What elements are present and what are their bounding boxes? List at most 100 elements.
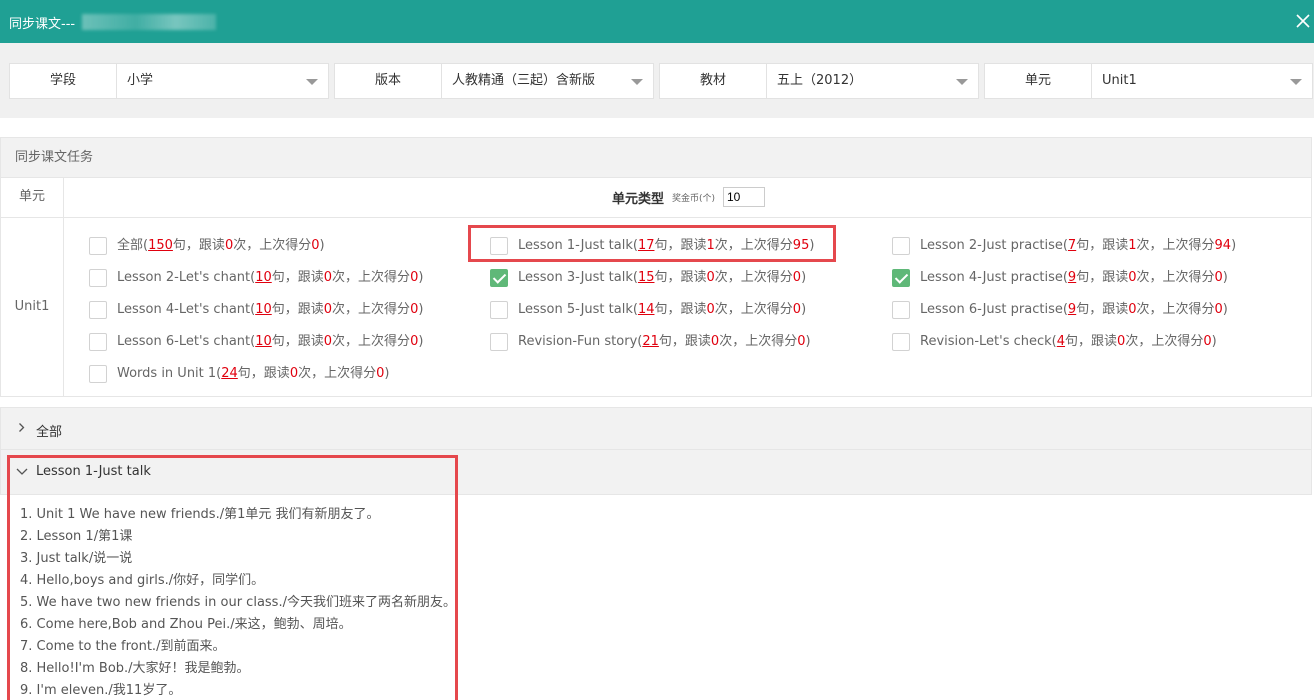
task-name: Lesson 5-Just talk	[518, 302, 633, 317]
read-count: 0	[289, 366, 299, 381]
sentence-count-link[interactable]: 150	[148, 238, 173, 253]
stage-select[interactable]: 小学	[117, 63, 329, 99]
task-name: Lesson 4-Just practise	[920, 270, 1063, 285]
task-name: Lesson 2-Just practise	[920, 238, 1063, 253]
checkbox-icon[interactable]	[89, 269, 107, 287]
select-value: 人教精通（三起）含新版	[452, 73, 596, 88]
read-count: 0	[323, 270, 333, 285]
checkbox-icon[interactable]	[89, 237, 107, 255]
task-item-label: Lesson 4-Let's chant(10句，跟读0次，上次得分0)	[117, 302, 424, 317]
unit-select[interactable]: Unit1	[1092, 63, 1313, 99]
task-name: Lesson 6-Let's chant	[117, 334, 251, 349]
close-icon[interactable]	[1294, 12, 1312, 30]
close-paren: )	[801, 270, 807, 285]
task-name: Revision-Fun story	[518, 334, 638, 349]
task-item-label: Revision-Fun story(21句，跟读0次，上次得分0)	[518, 334, 811, 349]
task-item-label: Lesson 5-Just talk(14句，跟读0次，上次得分0)	[518, 302, 807, 317]
close-paren: )	[1231, 238, 1237, 253]
sentence-suffix: 句，跟读	[172, 238, 225, 253]
sentence-suffix: 句，跟读	[1076, 238, 1129, 253]
sentence-suffix: 句，跟读	[658, 334, 711, 349]
filter-textbook: 教材 五上（2012）	[659, 63, 979, 99]
sentence-count-link[interactable]: 4	[1057, 334, 1065, 349]
sentence-count-link[interactable]: 24	[221, 366, 238, 381]
sentence-suffix: 句，跟读	[654, 270, 707, 285]
filter-unit: 单元 Unit1	[984, 63, 1313, 99]
checkbox-checked-icon[interactable]	[490, 269, 508, 287]
checkbox-icon[interactable]	[89, 365, 107, 383]
read-count: 0	[224, 238, 234, 253]
filter-stage: 学段 小学	[9, 63, 329, 99]
sentence-count-link[interactable]: 15	[638, 270, 655, 285]
task-name: Lesson 3-Just talk	[518, 270, 633, 285]
times-suffix: 次，上次得分	[332, 270, 411, 285]
read-count: 0	[710, 334, 720, 349]
unit-name-cell: Unit1	[1, 218, 64, 396]
task-item-label: 全部(150句，跟读0次，上次得分0)	[117, 238, 325, 253]
task-item-label: Lesson 6-Let's chant(10句，跟读0次，上次得分0)	[117, 334, 424, 349]
sentence-count-link[interactable]: 9	[1068, 302, 1076, 317]
sentence-count-link[interactable]: 21	[642, 334, 659, 349]
accordion-label: 全部	[36, 425, 63, 440]
checkbox-icon[interactable]	[89, 333, 107, 351]
chevron-down-icon	[956, 79, 968, 85]
close-paren: )	[384, 366, 390, 381]
checkbox-icon[interactable]	[490, 333, 508, 351]
read-count: 1	[1128, 238, 1137, 253]
checkbox-icon[interactable]	[490, 301, 508, 319]
filter-label: 单元	[984, 63, 1092, 99]
coin-input[interactable]	[723, 187, 765, 207]
filter-bar: 学段 小学 版本 人教精通（三起）含新版 教材 五上（2012） 单元 Unit…	[0, 43, 1314, 118]
dialog-title: 同步课文---	[9, 17, 76, 32]
close-paren: )	[418, 270, 424, 285]
edition-select[interactable]: 人教精通（三起）含新版	[442, 63, 654, 99]
filter-label: 版本	[334, 63, 442, 99]
filter-label: 教材	[659, 63, 767, 99]
checkbox-icon[interactable]	[89, 301, 107, 319]
table-header: 单元 单元类型 奖金币(个)	[1, 178, 1311, 218]
select-value: 小学	[127, 73, 154, 88]
sentence-count-link[interactable]: 10	[255, 334, 272, 349]
checkbox-icon[interactable]	[892, 237, 910, 255]
close-paren: )	[805, 334, 811, 349]
read-count: 0	[1128, 270, 1137, 285]
coin-label: 奖金币(个)	[672, 194, 716, 204]
sentence-count-link[interactable]: 7	[1068, 238, 1076, 253]
times-suffix: 次，上次得分	[1136, 238, 1215, 253]
filter-edition: 版本 人教精通（三起）含新版	[334, 63, 654, 99]
highlight-box	[468, 225, 836, 262]
close-paren: )	[1222, 302, 1228, 317]
task-item-label: Words in Unit 1(24句，跟读0次，上次得分0)	[117, 366, 390, 381]
close-paren: )	[418, 302, 424, 317]
sentence-count-link[interactable]: 9	[1068, 270, 1076, 285]
chevron-right-icon	[19, 423, 25, 432]
read-count: 0	[323, 302, 333, 317]
checkbox-checked-icon[interactable]	[892, 269, 910, 287]
times-suffix: 次，上次得分	[298, 366, 377, 381]
times-suffix: 次，上次得分	[1125, 334, 1204, 349]
sentence-count-link[interactable]: 10	[255, 270, 272, 285]
task-item-label: Revision-Let's check(4句，跟读0次，上次得分0)	[920, 334, 1217, 349]
close-paren: )	[418, 334, 424, 349]
sentence-suffix: 句，跟读	[1076, 270, 1129, 285]
textbook-select[interactable]: 五上（2012）	[767, 63, 979, 99]
redacted-title-text	[82, 14, 216, 30]
sentence-count-link[interactable]: 14	[638, 302, 655, 317]
sentence-suffix: 句，跟读	[271, 302, 324, 317]
checkbox-icon[interactable]	[892, 333, 910, 351]
last-score: 0	[1214, 302, 1223, 317]
task-name: Words in Unit 1	[117, 366, 217, 381]
read-count: 0	[1128, 302, 1137, 317]
accordion-all[interactable]: 全部	[0, 407, 1312, 450]
times-suffix: 次，上次得分	[332, 334, 411, 349]
read-count: 0	[706, 270, 715, 285]
task-name: Revision-Let's check	[920, 334, 1052, 349]
checkbox-icon[interactable]	[892, 301, 910, 319]
last-score: 0	[792, 270, 802, 285]
sentence-count-link[interactable]: 10	[255, 302, 272, 317]
task-item-label: Lesson 6-Just practise(9句，跟读0次，上次得分0)	[920, 302, 1228, 317]
sentence-suffix: 句，跟读	[1076, 302, 1129, 317]
times-suffix: 次，上次得分	[332, 302, 411, 317]
chevron-down-icon	[1290, 79, 1302, 85]
task-item-label: Lesson 2-Just practise(7句，跟读1次，上次得分94)	[920, 238, 1237, 253]
